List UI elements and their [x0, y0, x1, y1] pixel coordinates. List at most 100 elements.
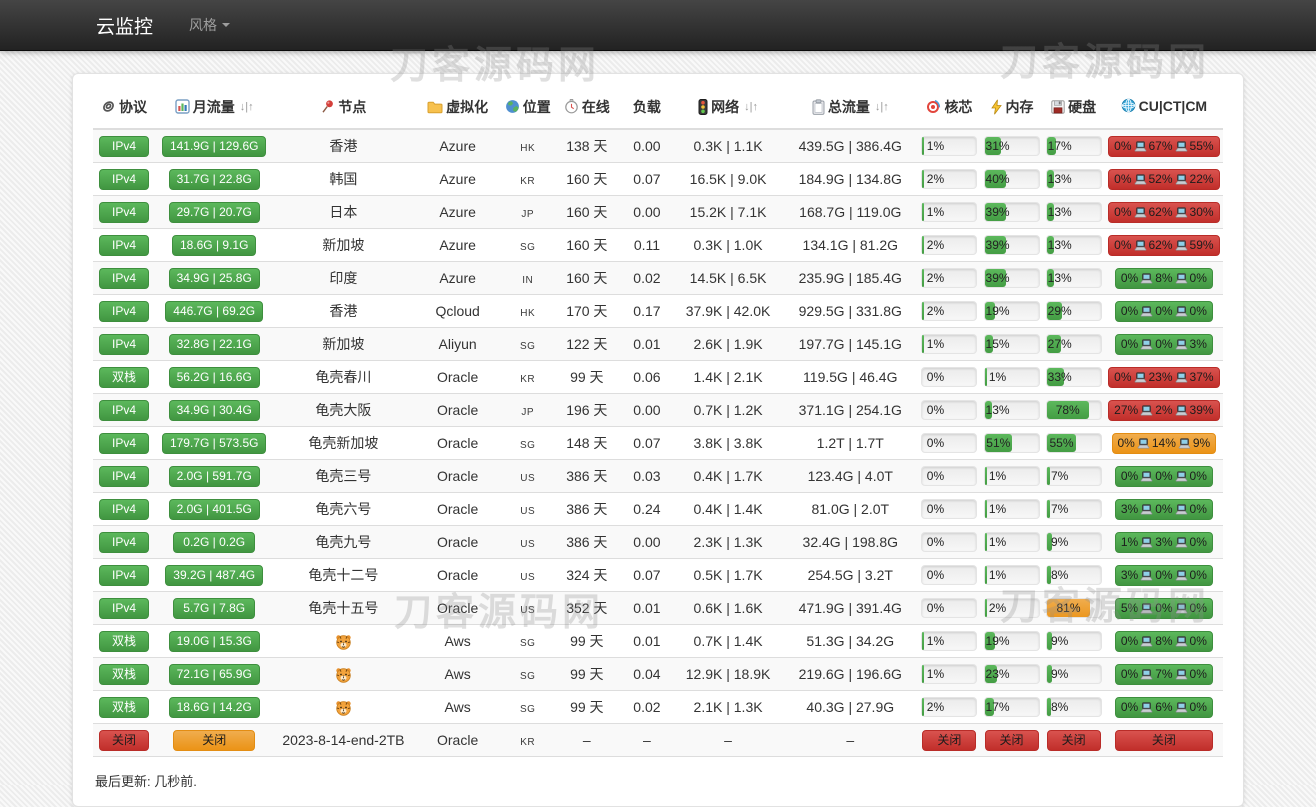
location-code: SG	[520, 440, 536, 451]
total-traffic-cell: 32.4G | 198.8G	[782, 525, 919, 559]
cpu-cell: 2%	[918, 690, 981, 724]
cpu-progress-bar: 0%	[921, 367, 978, 387]
column-header-5: 位置	[501, 86, 554, 130]
cpu-progress-bar: 1%	[921, 334, 978, 354]
total-traffic-cell: 929.5G | 331.8G	[782, 294, 919, 328]
cpu-cell: 0%	[918, 525, 981, 559]
load-cell: 0.11	[619, 228, 674, 262]
network-cell: 16.5K | 9.0K	[673, 162, 783, 196]
network-cell: 3.8K | 3.8K	[673, 426, 783, 460]
table-row: IPv4 18.6G | 9.1G 新加坡 Azure SG 160 天 0.11 0.3K …	[93, 228, 1223, 262]
protocol-cell: IPv4	[93, 162, 156, 196]
location-code: HK	[520, 308, 536, 319]
online-days: 324 天	[566, 567, 608, 583]
sort-indicator-icon[interactable]: ↓|↑	[875, 101, 889, 113]
globe-mesh-icon	[1121, 98, 1136, 113]
memory-progress-bar: 1%	[983, 565, 1040, 585]
column-header-8[interactable]: 网络 ↓|↑	[673, 86, 783, 130]
protocol-badge: 双栈	[99, 366, 150, 388]
disk-progress-bar: 9%	[1045, 532, 1102, 552]
monthly-traffic-cell: 141.9G | 129.6G	[155, 129, 274, 163]
laptop-icon	[1175, 338, 1188, 350]
disk-cell: 13%	[1042, 162, 1105, 196]
online-days: 160 天	[566, 171, 608, 187]
online-cell: 386 天	[553, 459, 620, 493]
network-rate: 0.4K | 1.7K	[693, 468, 763, 484]
monthly-traffic-badge: 56.2G | 16.6G	[168, 366, 260, 388]
node-name: 龟壳新加坡	[308, 435, 379, 451]
column-label: 虚拟化	[446, 99, 489, 115]
load-value: 0.07	[633, 567, 661, 583]
sort-indicator-icon[interactable]: ↓|↑	[240, 101, 254, 113]
virtualization-cell: Aliyun	[413, 327, 502, 361]
node-cell: 新加坡	[273, 228, 414, 262]
laptop-icon	[1175, 173, 1188, 185]
monthly-traffic-cell: 34.9G | 30.4G	[155, 393, 274, 427]
column-header-9[interactable]: 总流量 ↓|↑	[782, 86, 919, 130]
location-code: SG	[520, 704, 536, 715]
load-value: 0.11	[633, 237, 661, 253]
style-dropdown[interactable]: 风格	[189, 15, 231, 35]
node-name: 龟壳大阪	[315, 402, 372, 418]
load-value: 0.07	[633, 435, 661, 451]
laptop-icon	[1175, 140, 1188, 152]
laptop-icon	[1175, 206, 1188, 218]
online-days: 160 天	[566, 237, 608, 253]
column-header-7: 负载	[619, 86, 674, 130]
pushpin-icon	[320, 99, 335, 114]
total-traffic-cell: 51.3G | 34.2G	[782, 624, 919, 658]
disk-progress-bar: 33%	[1045, 367, 1102, 387]
disk-progress-bar: 9%	[1045, 631, 1102, 651]
location-cell: JP	[501, 393, 554, 427]
memory-cell: 1%	[980, 459, 1043, 493]
load-cell: 0.02	[619, 261, 674, 295]
total-traffic: 40.3G | 27.9G	[806, 699, 895, 715]
memory-cell: 1%	[980, 360, 1043, 394]
network-rate: 0.3K | 1.0K	[693, 237, 763, 253]
virtualization-value: Azure	[439, 204, 476, 220]
column-header-4: 虚拟化	[413, 86, 502, 130]
load-value: 0.00	[633, 138, 661, 154]
memory-progress-bar: 31%	[983, 136, 1040, 156]
protocol-cell: 双栈	[93, 657, 156, 691]
total-traffic: 123.4G | 4.0T	[807, 468, 893, 484]
monthly-traffic-badge: 34.9G | 30.4G	[168, 399, 260, 421]
total-traffic-cell: 40.3G | 27.9G	[782, 690, 919, 724]
protocol-badge: IPv4	[99, 234, 150, 256]
online-cell: 196 天	[553, 393, 620, 427]
virtualization-cell: Azure	[413, 228, 502, 262]
memory-cell: 1%	[980, 492, 1043, 526]
network-cell: 0.3K | 1.1K	[673, 129, 783, 163]
load-cell: 0.00	[619, 195, 674, 229]
protocol-cell: IPv4	[93, 129, 156, 163]
network-rate: –	[724, 732, 732, 748]
sort-indicator-icon[interactable]: ↓|↑	[744, 101, 758, 113]
node-name: 龟壳十二号	[308, 567, 379, 583]
online-days: 160 天	[566, 270, 608, 286]
node-cell: 香港	[273, 294, 414, 328]
virtualization-cell: Qcloud	[413, 294, 502, 328]
disk-cell: 17%	[1042, 129, 1105, 163]
location-cell: SG	[501, 327, 554, 361]
memory-cell: 39%	[980, 195, 1043, 229]
laptop-icon	[1175, 536, 1188, 548]
cpu-progress-bar: 0%	[921, 433, 978, 453]
column-header-2[interactable]: 月流量 ↓|↑	[155, 86, 274, 130]
total-traffic-cell: 1.2T | 1.7T	[782, 426, 919, 460]
total-traffic: 51.3G | 34.2G	[806, 633, 895, 649]
total-traffic-cell: 197.7G | 145.1G	[782, 327, 919, 361]
online-cell: 148 天	[553, 426, 620, 460]
memory-progress-bar: 40%	[983, 169, 1040, 189]
online-days: 352 天	[566, 600, 608, 616]
total-traffic-cell: 184.9G | 134.8G	[782, 162, 919, 196]
table-row: 双栈 18.6G | 14.2G Aws SG 99 天 0.02 2.1K | 1.3K 4…	[93, 690, 1223, 724]
virtualization-value: Aws	[444, 666, 471, 682]
node-cell: 印度	[273, 261, 414, 295]
network-rate: 2.1K | 1.3K	[693, 699, 763, 715]
online-cell: 160 天	[553, 228, 620, 262]
memory-cell: 40%	[980, 162, 1043, 196]
app-brand[interactable]: 云监控	[96, 12, 153, 39]
protocol-badge: IPv4	[99, 597, 150, 619]
cpu-cell: 2%	[918, 261, 981, 295]
protocol-cell: IPv4	[93, 525, 156, 559]
